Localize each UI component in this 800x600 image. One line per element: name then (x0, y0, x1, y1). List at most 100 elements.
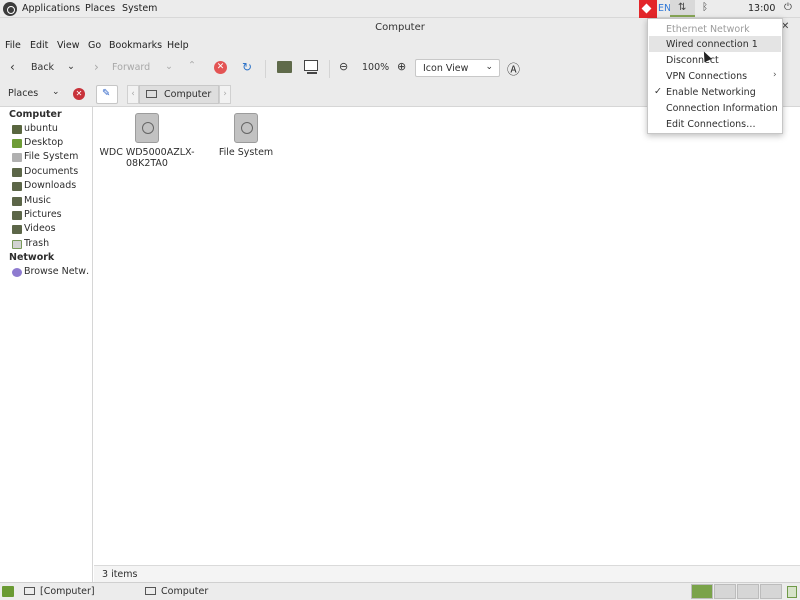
sidebar-header-computer: Computer (9, 109, 62, 120)
bottom-panel: [Computer] Computer (0, 582, 800, 600)
sidebar-item-desktop[interactable]: Desktop (12, 137, 92, 150)
sidebar-item-pictures[interactable]: Pictures (12, 209, 92, 222)
menu-file[interactable]: File (5, 40, 21, 51)
back-button[interactable]: Back (31, 62, 54, 73)
menu-help[interactable]: Help (167, 40, 189, 51)
sidebar-item-browse-network[interactable]: Browse Netw… (12, 266, 92, 279)
file-label-line: File System (218, 147, 274, 158)
menu-edit[interactable]: Edit (30, 40, 48, 51)
file-item-label: WDC WD5000AZLX- 08K2TA0 (97, 147, 197, 169)
search-icon[interactable]: Ⓐ (507, 59, 520, 78)
workspace-2[interactable] (714, 584, 736, 599)
chevron-down-icon[interactable]: ⌄ (52, 87, 60, 97)
places-menu[interactable]: Places (85, 3, 115, 14)
path-button-label: Computer (164, 89, 212, 100)
edit-location-button[interactable]: ✎ (96, 85, 118, 104)
sidebar-item-ubuntu[interactable]: ubuntu (12, 123, 92, 136)
computer-icon[interactable] (304, 60, 318, 74)
folder-icon (12, 182, 22, 191)
anydesk-tray-icon[interactable] (639, 0, 657, 18)
sidebar-item-label: Desktop (24, 137, 64, 148)
menu-item-label: Connection Information (666, 103, 778, 114)
file-item-wdc-drive[interactable]: WDC WD5000AZLX- 08K2TA0 (97, 113, 197, 173)
home-folder-icon (12, 125, 22, 134)
sidebar-item-downloads[interactable]: Downloads (12, 180, 92, 193)
reload-icon[interactable]: ↻ (242, 60, 252, 74)
sidebar-item-videos[interactable]: Videos (12, 223, 92, 236)
sidebar-mode-select[interactable]: Places (8, 88, 38, 99)
menu-item-connection-information[interactable]: Connection Information (649, 100, 781, 116)
network-applet[interactable]: ⇅ (670, 0, 695, 17)
desktop-icon (12, 139, 22, 148)
applications-menu[interactable]: Applications (22, 3, 80, 14)
back-chevron-icon[interactable]: ‹ (10, 60, 15, 74)
back-history-dropdown-icon[interactable]: ⌄ (67, 61, 75, 72)
menu-go[interactable]: Go (88, 40, 101, 51)
path-scroll-left-button[interactable]: ‹ (127, 85, 139, 104)
system-menu[interactable]: System (122, 3, 157, 14)
menu-item-ethernet-network: Ethernet Network (649, 21, 781, 37)
menu-item-label: Wired connection 1 (666, 39, 758, 50)
sidebar-header-network: Network (9, 252, 55, 263)
menu-item-wired-connection-1[interactable]: Wired connection 1 (649, 36, 781, 52)
drive-icon (12, 153, 22, 162)
power-icon[interactable]: ⏻ (784, 2, 792, 13)
sidebar-item-file-system[interactable]: File System (12, 151, 92, 164)
folder-icon (12, 225, 22, 234)
menu-view[interactable]: View (57, 40, 80, 51)
menu-item-disconnect[interactable]: Disconnect (649, 52, 781, 68)
file-item-file-system[interactable]: File System (196, 113, 296, 163)
sidebar-item-label: Downloads (24, 180, 77, 191)
checkmark-icon: ✓ (654, 86, 662, 97)
stop-icon[interactable]: ✕ (214, 61, 227, 74)
sidebar-item-label: Pictures (24, 209, 62, 220)
view-mode-label: Icon View (423, 63, 469, 74)
toolbar-separator (265, 60, 266, 78)
menu-bookmarks[interactable]: Bookmarks (109, 40, 162, 51)
sidebar-item-trash[interactable]: Trash (12, 238, 92, 251)
pencil-icon: ✎ (102, 88, 111, 99)
sidebar-item-music[interactable]: Music (12, 195, 92, 208)
trash-icon (12, 240, 22, 249)
sidebar-item-documents[interactable]: Documents (12, 166, 92, 179)
forward-button: Forward (112, 62, 151, 73)
toolbar-separator (329, 60, 330, 78)
computer-icon (24, 587, 35, 595)
menu-item-edit-connections[interactable]: Edit Connections… (649, 116, 781, 132)
sidebar-item-label: Music (24, 195, 52, 206)
taskbar-window-button[interactable]: Computer (145, 584, 260, 600)
close-sidebar-icon[interactable]: ✕ (73, 88, 85, 100)
workspace-4[interactable] (760, 584, 782, 599)
taskbar-window-button[interactable]: [Computer] (24, 584, 139, 600)
bluetooth-icon[interactable]: ᛒ (702, 2, 708, 13)
zoom-level[interactable]: 100% (362, 62, 389, 73)
path-scroll-right-button[interactable]: › (219, 85, 231, 104)
zoom-out-icon[interactable]: ⊖ (339, 60, 348, 73)
chevron-right-icon: › (773, 70, 777, 80)
computer-icon (146, 90, 157, 98)
workspace-3[interactable] (737, 584, 759, 599)
home-folder-icon[interactable] (277, 61, 292, 73)
forward-history-dropdown-icon: ⌄ (165, 61, 173, 72)
sidebar-item-label: File System (24, 151, 79, 162)
file-item-label: File System (196, 147, 296, 158)
folder-icon (12, 168, 22, 177)
sidebar-item-label: ubuntu (24, 123, 58, 134)
status-text: 3 items (102, 569, 138, 580)
distro-logo-icon[interactable] (3, 2, 17, 16)
hard-drive-icon (135, 113, 159, 143)
view-mode-select[interactable]: Icon View ⌄ (415, 59, 500, 77)
trash-icon[interactable] (787, 586, 797, 598)
taskbar-window-label: Computer (161, 586, 209, 597)
show-desktop-icon[interactable] (2, 586, 14, 597)
menu-item-vpn-connections[interactable]: VPN Connections › (649, 68, 781, 84)
network-menu: Ethernet Network Wired connection 1 Disc… (647, 18, 783, 134)
path-button-computer[interactable]: Computer (139, 85, 219, 104)
menu-item-enable-networking[interactable]: ✓ Enable Networking (649, 84, 781, 100)
file-view[interactable]: WDC WD5000AZLX- 08K2TA0 File System (94, 107, 800, 565)
sidebar: Computer ubuntu Desktop File System Docu… (0, 107, 93, 582)
clock[interactable]: 13:00 (748, 3, 775, 14)
workspace-1[interactable] (691, 584, 713, 599)
network-icon: ⇅ (678, 2, 687, 13)
zoom-in-icon[interactable]: ⊕ (397, 60, 406, 73)
